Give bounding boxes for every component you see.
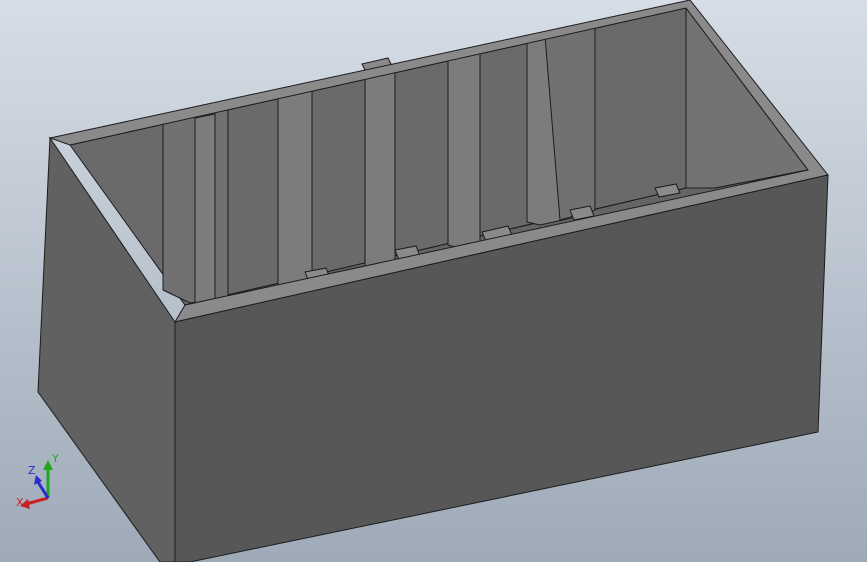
y-axis-label: Y (51, 452, 59, 465)
x-axis-label: X (16, 496, 24, 509)
partition-rib (364, 68, 396, 269)
graphics-viewport[interactable]: Y Z X (0, 0, 867, 562)
partition-rib (447, 49, 481, 248)
axis-triad[interactable]: Y Z X (14, 448, 78, 514)
z-axis-label: Z (28, 464, 36, 477)
3d-model-view[interactable] (0, 0, 867, 562)
partition-rib (277, 89, 313, 288)
partition-rib (194, 113, 216, 304)
x-axis-arrow (25, 496, 49, 506)
